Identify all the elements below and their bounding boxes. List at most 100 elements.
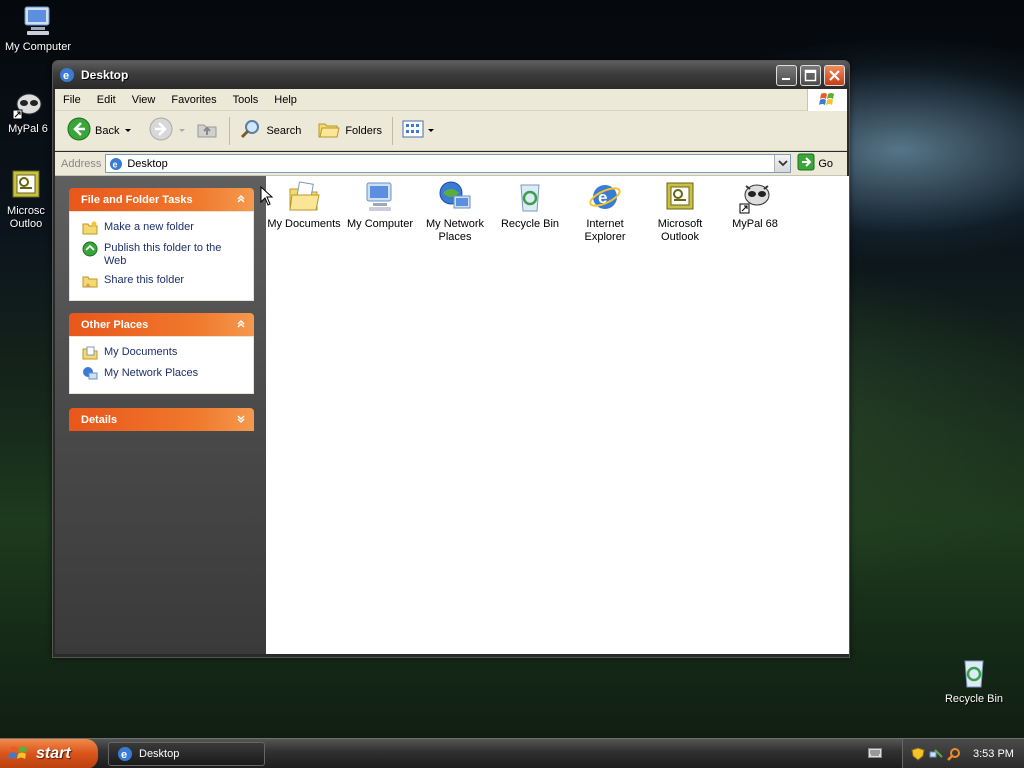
mouse-cursor-icon: [260, 185, 274, 206]
search-label: Search: [266, 124, 302, 137]
desktop-icon-label: MyPal 6: [8, 123, 48, 135]
item-label: My Network Places: [425, 218, 485, 243]
folders-label: Folders: [345, 124, 383, 137]
panel-body: Make a new folder Publish this folder to…: [69, 211, 254, 301]
desktop-icon-label: Recycle Bin: [944, 693, 1004, 705]
globe-icon: [82, 241, 98, 257]
address-value: Desktop: [127, 157, 168, 170]
standard-toolbar: Back Search Folders: [55, 111, 847, 151]
network-places-icon: [438, 180, 472, 214]
menu-help[interactable]: Help: [266, 94, 305, 106]
address-input[interactable]: e Desktop: [105, 154, 792, 173]
back-button[interactable]: Back: [63, 115, 135, 147]
up-folder-button[interactable]: [191, 115, 223, 147]
forward-dropdown-icon[interactable]: [179, 129, 186, 132]
menu-view[interactable]: View: [124, 94, 164, 106]
panel-title: Details: [81, 413, 118, 426]
windows-logo-icon: [807, 89, 847, 111]
task-label: Publish this folder to the Web: [104, 242, 222, 267]
desktop-icon-label: My Computer: [4, 41, 72, 53]
documents-icon: [82, 345, 98, 361]
forward-button[interactable]: [145, 115, 189, 147]
task-publish-folder[interactable]: Publish this folder to the Web: [82, 241, 253, 268]
place-my-documents[interactable]: My Documents: [82, 345, 253, 361]
panel-body: My Documents My Network Places: [69, 336, 254, 394]
panel-header[interactable]: Other Places: [69, 313, 254, 336]
panel-header[interactable]: Details: [69, 408, 254, 431]
desktop-icon-outlook[interactable]: Microsc Outloo: [0, 168, 56, 231]
start-button[interactable]: start: [0, 739, 98, 768]
keyboard-icon[interactable]: [868, 747, 882, 759]
recycle-bin-icon: [513, 180, 547, 214]
file-folder-tasks-panel: File and Folder Tasks Make a new folder: [69, 188, 254, 301]
place-my-network-places[interactable]: My Network Places: [82, 366, 253, 382]
desktop-icon-label: Microsc Outloo: [7, 205, 45, 230]
item-my-documents[interactable]: My Documents: [267, 180, 341, 231]
window-title: Desktop: [81, 68, 129, 82]
views-dropdown-icon[interactable]: [428, 129, 435, 132]
shield-icon[interactable]: [911, 747, 925, 761]
item-microsoft-outlook[interactable]: Microsoft Outlook: [643, 180, 717, 244]
new-folder-icon: [82, 220, 98, 236]
item-my-network-places[interactable]: My Network Places: [418, 180, 492, 244]
ie-icon: e: [117, 746, 133, 762]
search-icon: [238, 117, 262, 144]
chevron-up-icon[interactable]: [236, 319, 246, 329]
task-share-folder[interactable]: Share this folder: [82, 273, 253, 289]
menu-bar: File Edit View Favorites Tools Help: [55, 89, 847, 111]
title-bar[interactable]: e Desktop: [53, 61, 849, 89]
close-icon: [829, 70, 840, 81]
address-bar: Address e Desktop Go: [55, 152, 847, 176]
menu-file[interactable]: File: [55, 94, 89, 106]
search-button[interactable]: Search: [234, 115, 305, 147]
menu-edit[interactable]: Edit: [89, 94, 124, 106]
menu-favorites[interactable]: Favorites: [163, 94, 224, 106]
item-label: My Documents: [267, 218, 341, 230]
search-tray-icon[interactable]: [947, 747, 961, 761]
task-pane: File and Folder Tasks Make a new folder: [55, 176, 266, 654]
address-dropdown-button[interactable]: [774, 155, 791, 172]
clock[interactable]: 3:53 PM: [973, 748, 1014, 760]
item-recycle-bin[interactable]: Recycle Bin: [493, 180, 567, 231]
network-tray-icon[interactable]: [929, 747, 943, 761]
desktop-icon-recycle-bin[interactable]: Recycle Bin: [934, 656, 1014, 706]
views-button[interactable]: [397, 115, 438, 147]
desktop-icon-my-computer[interactable]: My Computer: [0, 4, 78, 54]
taskbar-window-desktop[interactable]: e Desktop: [108, 742, 265, 766]
svg-text:e: e: [121, 749, 127, 761]
maximize-button[interactable]: [800, 65, 821, 86]
forward-arrow-icon: [149, 117, 173, 144]
documents-folder-icon: [287, 180, 321, 214]
go-label: Go: [818, 157, 834, 170]
ie-icon: e: [59, 67, 75, 83]
maximize-icon: [804, 69, 817, 82]
item-mypal-68[interactable]: MyPal 68: [718, 180, 792, 231]
back-dropdown-icon[interactable]: [125, 129, 132, 132]
menu-tools[interactable]: Tools: [225, 94, 267, 106]
toolbar-separator: [229, 116, 231, 145]
minimize-icon: [782, 78, 790, 80]
toolbar-separator: [392, 116, 394, 145]
task-make-new-folder[interactable]: Make a new folder: [82, 220, 253, 236]
minimize-button[interactable]: [776, 65, 797, 86]
task-label: Share this folder: [104, 274, 185, 286]
outlook-icon: [663, 180, 697, 214]
internet-explorer-icon: e: [588, 180, 622, 214]
chevron-up-icon[interactable]: [236, 194, 246, 204]
system-tray: 3:53 PM: [902, 739, 1024, 768]
item-label: Microsoft Outlook: [657, 218, 703, 243]
desktop-icon-mypal[interactable]: MyPal 6: [0, 86, 60, 136]
start-label: start: [36, 745, 71, 762]
task-label: Make a new folder: [104, 221, 194, 233]
folders-button[interactable]: Folders: [313, 115, 386, 147]
back-arrow-icon: [67, 117, 91, 144]
close-button[interactable]: [824, 65, 845, 86]
go-button[interactable]: Go: [797, 153, 833, 174]
item-internet-explorer[interactable]: e Internet Explorer: [568, 180, 642, 244]
chevron-down-icon[interactable]: [236, 414, 246, 424]
details-panel: Details: [69, 408, 254, 431]
svg-text:e: e: [113, 159, 118, 169]
panel-header[interactable]: File and Folder Tasks: [69, 188, 254, 211]
panel-title: Other Places: [81, 318, 149, 331]
item-my-computer[interactable]: My Computer: [343, 180, 417, 231]
